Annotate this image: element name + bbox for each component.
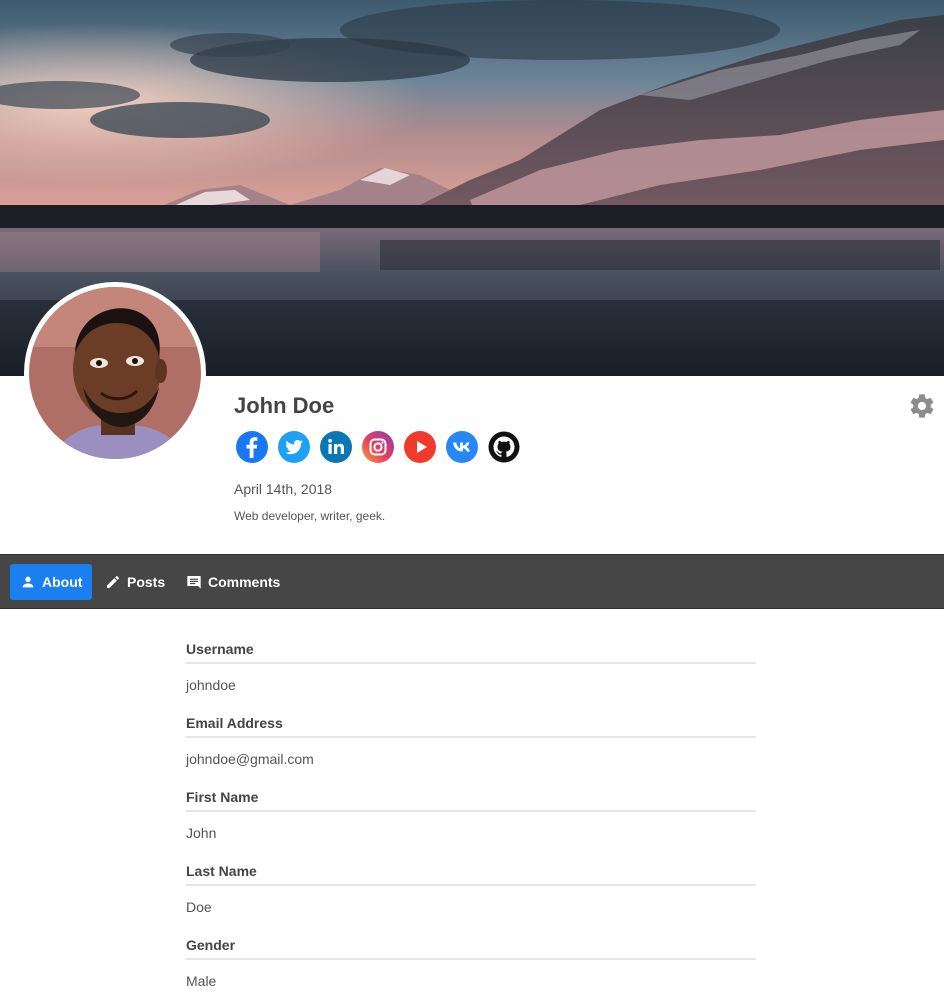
github-link[interactable] bbox=[488, 431, 520, 463]
field-label: Email Address bbox=[186, 715, 283, 731]
field-value: johndoe bbox=[186, 677, 236, 693]
field-label: First Name bbox=[186, 789, 259, 805]
twitter-link[interactable] bbox=[278, 431, 310, 463]
twitter-icon bbox=[285, 440, 303, 455]
divider bbox=[186, 958, 756, 960]
divider bbox=[186, 736, 756, 738]
field-value: John bbox=[186, 825, 217, 841]
divider bbox=[186, 884, 756, 886]
person-icon bbox=[22, 576, 34, 588]
github-icon bbox=[488, 431, 520, 463]
comment-icon bbox=[187, 576, 201, 589]
facebook-link[interactable] bbox=[236, 431, 268, 463]
instagram-icon bbox=[369, 438, 387, 456]
tab-posts[interactable]: Posts bbox=[95, 564, 175, 600]
field-last-name: Last Name Doe bbox=[186, 852, 756, 926]
instagram-link[interactable] bbox=[362, 431, 394, 463]
field-email: Email Address johndoe@gmail.com bbox=[186, 704, 756, 778]
pencil-icon bbox=[107, 576, 119, 588]
settings-button[interactable] bbox=[908, 392, 936, 420]
tab-about[interactable]: About bbox=[10, 564, 93, 600]
field-gender: Gender Male bbox=[186, 926, 756, 1000]
tab-comments-label: Comments bbox=[208, 574, 281, 590]
profile-nav: About Posts Comments bbox=[0, 554, 944, 609]
social-links bbox=[236, 431, 520, 463]
about-details: Username johndoe Email Address johndoe@g… bbox=[186, 630, 756, 1000]
facebook-icon bbox=[246, 437, 258, 458]
field-label: Username bbox=[186, 641, 254, 657]
field-username: Username johndoe bbox=[186, 630, 756, 704]
profile-bio: Web developer, writer, geek. bbox=[234, 509, 386, 523]
tab-about-label: About bbox=[42, 574, 83, 590]
avatar bbox=[24, 282, 206, 464]
field-label: Gender bbox=[186, 937, 236, 953]
field-value: Doe bbox=[186, 899, 212, 915]
tab-comments[interactable]: Comments bbox=[176, 564, 290, 600]
profile-date: April 14th, 2018 bbox=[234, 481, 333, 497]
vk-link[interactable] bbox=[446, 431, 478, 463]
youtube-link[interactable] bbox=[404, 431, 436, 463]
divider bbox=[186, 810, 756, 812]
youtube-icon bbox=[417, 441, 427, 453]
field-value: johndoe@gmail.com bbox=[186, 751, 314, 767]
tab-posts-label: Posts bbox=[127, 574, 166, 590]
field-value: Male bbox=[186, 973, 217, 989]
divider bbox=[186, 662, 756, 664]
field-label: Last Name bbox=[186, 863, 257, 879]
linkedin-icon bbox=[328, 438, 344, 454]
field-first-name: First Name John bbox=[186, 778, 756, 852]
vk-icon bbox=[453, 442, 470, 452]
profile-name: John Doe bbox=[234, 393, 335, 418]
linkedin-link[interactable] bbox=[320, 431, 352, 463]
gear-icon bbox=[910, 394, 934, 418]
